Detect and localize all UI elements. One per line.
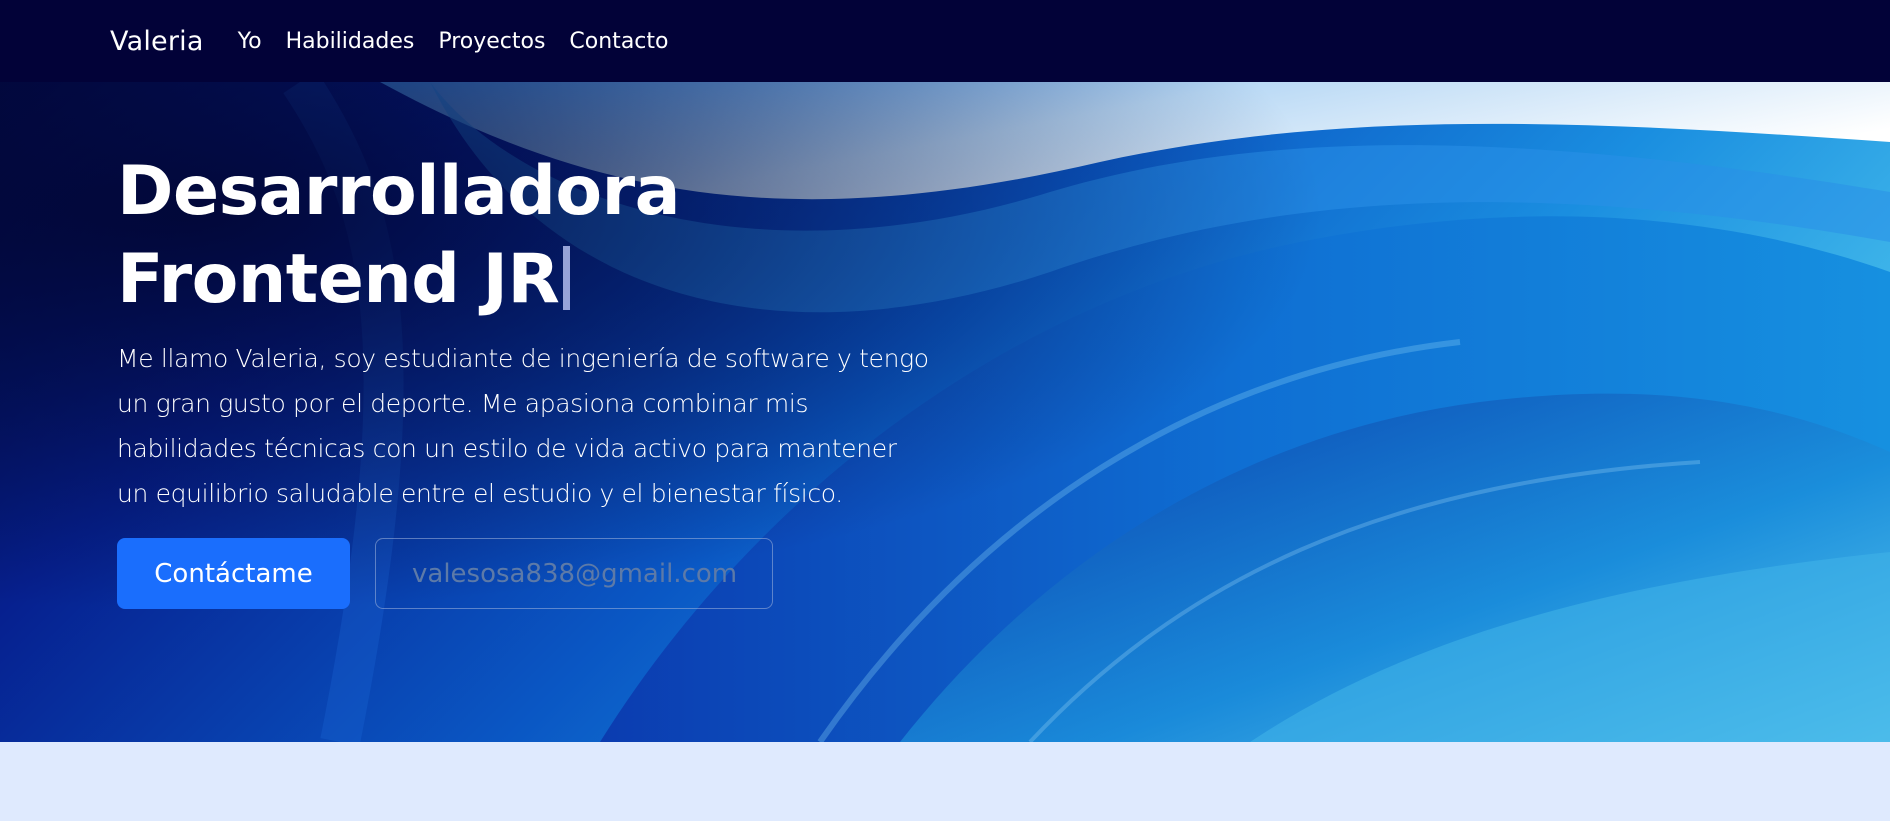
email-field[interactable]: [375, 538, 773, 609]
nav-link-yo[interactable]: Yo: [238, 29, 262, 54]
typing-cursor: [563, 246, 571, 310]
hero-actions: Contáctame: [117, 538, 937, 609]
nav-link-habilidades[interactable]: Habilidades: [286, 29, 415, 54]
hero-title: Desarrolladora Frontend JR: [117, 148, 937, 324]
brand-link[interactable]: Valeria: [110, 26, 204, 57]
nav-link-proyectos[interactable]: Proyectos: [438, 29, 545, 54]
hero-description: Me llamo Valeria, soy estudiante de inge…: [117, 344, 929, 508]
hero-section: Desarrolladora Frontend JR Me llamo Vale…: [0, 82, 1890, 742]
contact-me-button[interactable]: Contáctame: [117, 538, 350, 609]
nav-link-contacto[interactable]: Contacto: [569, 29, 668, 54]
hero-title-line1: Desarrolladora: [117, 152, 681, 231]
hero-content: Desarrolladora Frontend JR Me llamo Vale…: [117, 148, 937, 609]
hero-title-line2: Frontend JR: [117, 240, 560, 319]
top-navbar: Valeria Yo Habilidades Proyectos Contact…: [0, 0, 1890, 82]
next-section: [0, 742, 1890, 821]
nav-links: Yo Habilidades Proyectos Contacto: [238, 29, 693, 54]
